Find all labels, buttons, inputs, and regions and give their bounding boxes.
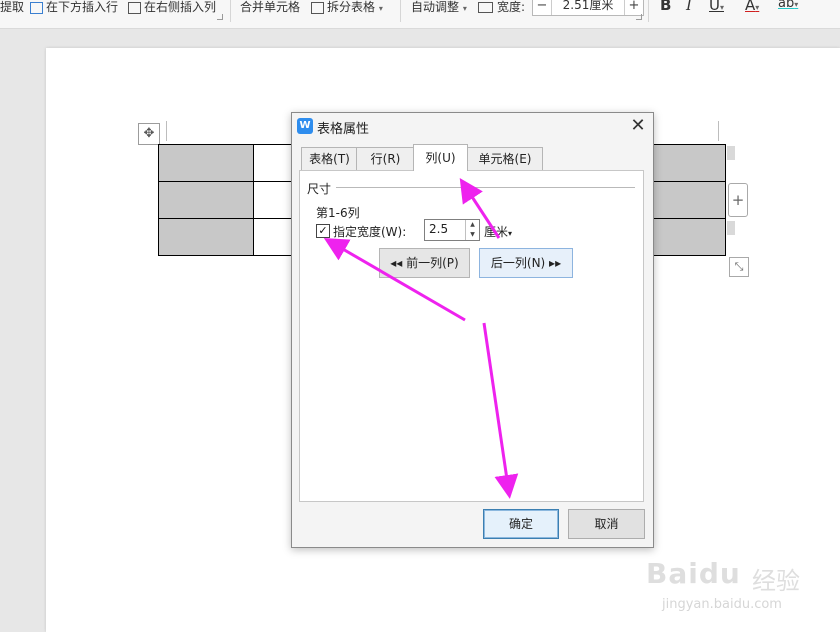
specify-width-checkbox[interactable]: ✓ (316, 224, 330, 238)
chevron-down-icon: ▾ (508, 229, 513, 238)
column-width-icon (478, 2, 493, 13)
merge-cells-button[interactable]: 合并单元格 (240, 0, 300, 14)
underline-button[interactable]: U▾ (709, 0, 724, 14)
group-expand-corner[interactable] (636, 14, 642, 20)
spinner-arrows: ▲ ▼ (465, 220, 479, 240)
table-cell[interactable] (158, 181, 254, 219)
insert-column-icon (128, 1, 141, 14)
margin-marker (718, 121, 719, 141)
dialog-title: 表格属性 (317, 122, 370, 137)
size-section-title: 尺寸 (307, 182, 332, 196)
close-icon[interactable]: ✕ (628, 116, 648, 136)
cancel-button[interactable]: 取消 (568, 509, 645, 539)
font-color-button[interactable]: A▾ (745, 0, 759, 14)
tab-column[interactable]: 列(U) (413, 144, 468, 171)
move-icon[interactable]: ✥ (138, 123, 160, 145)
table-cell[interactable] (158, 218, 254, 256)
unit-dropdown[interactable]: 厘米▾ (484, 223, 512, 240)
increase-width-button[interactable]: + (625, 0, 643, 13)
ribbon-toolbar: 提取 在下方插入行 在右侧插入列 合并单元格 拆分表格 ▾ 自动调整 ▾ 宽度:… (0, 0, 840, 29)
tab-table[interactable]: 表格(T) (301, 147, 358, 170)
tab-row[interactable]: 行(R) (356, 147, 415, 170)
width-input[interactable]: 2.51厘米 (551, 0, 625, 15)
insert-row-below-button[interactable]: 在下方插入行 (30, 0, 118, 14)
ribbon-divider (230, 0, 231, 22)
table-cell[interactable] (650, 218, 726, 256)
chevron-down-icon: ▾ (794, 0, 799, 9)
column-width-input[interactable]: 2.5 (429, 222, 448, 236)
plus-icon[interactable]: + (728, 183, 748, 217)
table-properties-dialog: W 表格属性 ✕ 表格(T) 行(R) 列(U) 单元格(E) 尺寸 第1-6列… (291, 112, 654, 548)
highlight-button[interactable]: ab▾ (778, 0, 798, 11)
column-width-spinner[interactable]: 2.5 ▲ ▼ (424, 219, 480, 241)
previous-column-button[interactable]: ◂◂ 前一列(P) (379, 248, 470, 278)
baidu-jingyan-watermark: Baidu 经验 jingyan.baidu.com (640, 545, 830, 625)
watermark-url: jingyan.baidu.com (662, 597, 782, 612)
specify-width-label: 指定宽度(W): (333, 225, 407, 239)
wps-writer-icon: W (297, 118, 313, 134)
row-marker (727, 146, 735, 160)
spin-down-icon[interactable]: ▼ (466, 230, 479, 240)
dialog-titlebar[interactable]: W 表格属性 ✕ (292, 113, 653, 139)
tab-cell[interactable]: 单元格(E) (467, 147, 543, 170)
chevron-down-icon: ▾ (755, 3, 760, 12)
width-label: 宽度: (478, 0, 525, 14)
group-expand-corner[interactable] (217, 14, 223, 20)
insert-row-icon (30, 1, 43, 14)
table-cell[interactable] (650, 181, 726, 219)
ribbon-divider (400, 0, 401, 22)
table-cell[interactable] (158, 144, 254, 182)
ribbon-divider (648, 0, 649, 22)
next-column-button[interactable]: 后一列(N) ▸▸ (479, 248, 573, 278)
resize-icon[interactable]: ⤡ (729, 257, 749, 277)
row-marker (727, 221, 735, 235)
decrease-width-button[interactable]: − (533, 0, 551, 13)
spin-up-icon[interactable]: ▲ (466, 220, 479, 230)
bold-button[interactable]: B (660, 0, 671, 14)
italic-button[interactable]: I (686, 0, 692, 14)
section-divider (336, 187, 635, 188)
split-table-icon (311, 1, 324, 14)
watermark-logo: Baidu (646, 557, 741, 590)
auto-adjust-button[interactable]: 自动调整 ▾ (411, 0, 467, 14)
split-table-button[interactable]: 拆分表格 ▾ (311, 0, 383, 14)
column-tab-panel: 尺寸 第1-6列 ✓ 指定宽度(W): 2.5 ▲ ▼ 厘米▾ ◂◂ 前一列(P… (299, 170, 644, 502)
chevron-down-icon: ▾ (462, 4, 467, 13)
width-stepper[interactable]: − 2.51厘米 + (532, 0, 644, 16)
ok-button[interactable]: 确定 (483, 509, 559, 539)
table-cell[interactable] (650, 144, 726, 182)
extract-button[interactable]: 提取 (0, 0, 24, 14)
insert-column-right-button[interactable]: 在右侧插入列 (128, 0, 216, 14)
columns-range-label: 第1-6列 (316, 206, 360, 220)
chevron-down-icon: ▾ (719, 3, 724, 12)
watermark-cn: 经验 (752, 567, 800, 595)
margin-marker (166, 121, 167, 141)
chevron-down-icon: ▾ (378, 4, 383, 13)
